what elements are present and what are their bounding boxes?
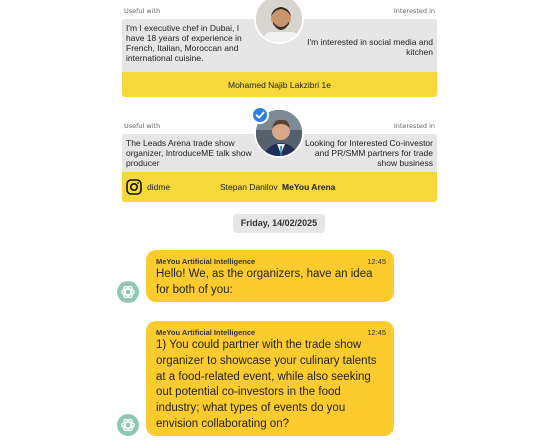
useful-with-label: Useful with xyxy=(124,122,161,130)
card-name-bar[interactable]: Mohamed Najib Lakzibri 1e xyxy=(122,72,437,97)
instagram-handle[interactable]: didme xyxy=(147,182,170,192)
openai-logo-icon xyxy=(117,281,139,303)
date-separator: Friday, 14/02/2025 xyxy=(233,214,325,233)
interested-in-text: I'm interested in social media and kitch… xyxy=(307,37,433,57)
instagram-icon[interactable] xyxy=(126,179,142,195)
message-sender: MeYou Artificial Intelligence xyxy=(156,257,256,266)
interested-in-label: Interested in xyxy=(393,122,435,130)
profile-company: MeYou Arena xyxy=(282,182,336,192)
profile-name-row[interactable]: Stepan Danilov MeYou Arena xyxy=(220,182,335,192)
openai-logo-icon xyxy=(117,414,139,436)
profile-name: Stepan Danilov xyxy=(220,182,278,192)
useful-with-text: I'm I executive chef in Dubai, I have 18… xyxy=(126,23,242,63)
message-text: 1) You could partner with the trade show… xyxy=(156,339,377,430)
message-text: Hello! We, as the organizers, have an id… xyxy=(156,268,373,296)
message-time: 12:45 xyxy=(367,328,386,337)
verified-badge-icon xyxy=(251,106,269,124)
chat-message[interactable]: MeYou Artificial Intelligence 12:45 Hell… xyxy=(146,250,394,302)
useful-with-text: The Leads Arena trade show organizer, In… xyxy=(126,138,252,168)
interested-in-label: Interested in xyxy=(393,7,435,15)
card-name-bar[interactable]: didme Stepan Danilov MeYou Arena xyxy=(122,172,437,202)
profile-name[interactable]: Mohamed Najib Lakzibri 1e xyxy=(122,80,437,90)
chat-message[interactable]: MeYou Artificial Intelligence 12:45 1) Y… xyxy=(146,321,394,436)
interested-in-text: Looking for Interested Co-investor and P… xyxy=(304,138,433,168)
message-time: 12:45 xyxy=(367,257,386,266)
useful-with-label: Useful with xyxy=(124,7,161,15)
message-sender: MeYou Artificial Intelligence xyxy=(156,328,256,337)
